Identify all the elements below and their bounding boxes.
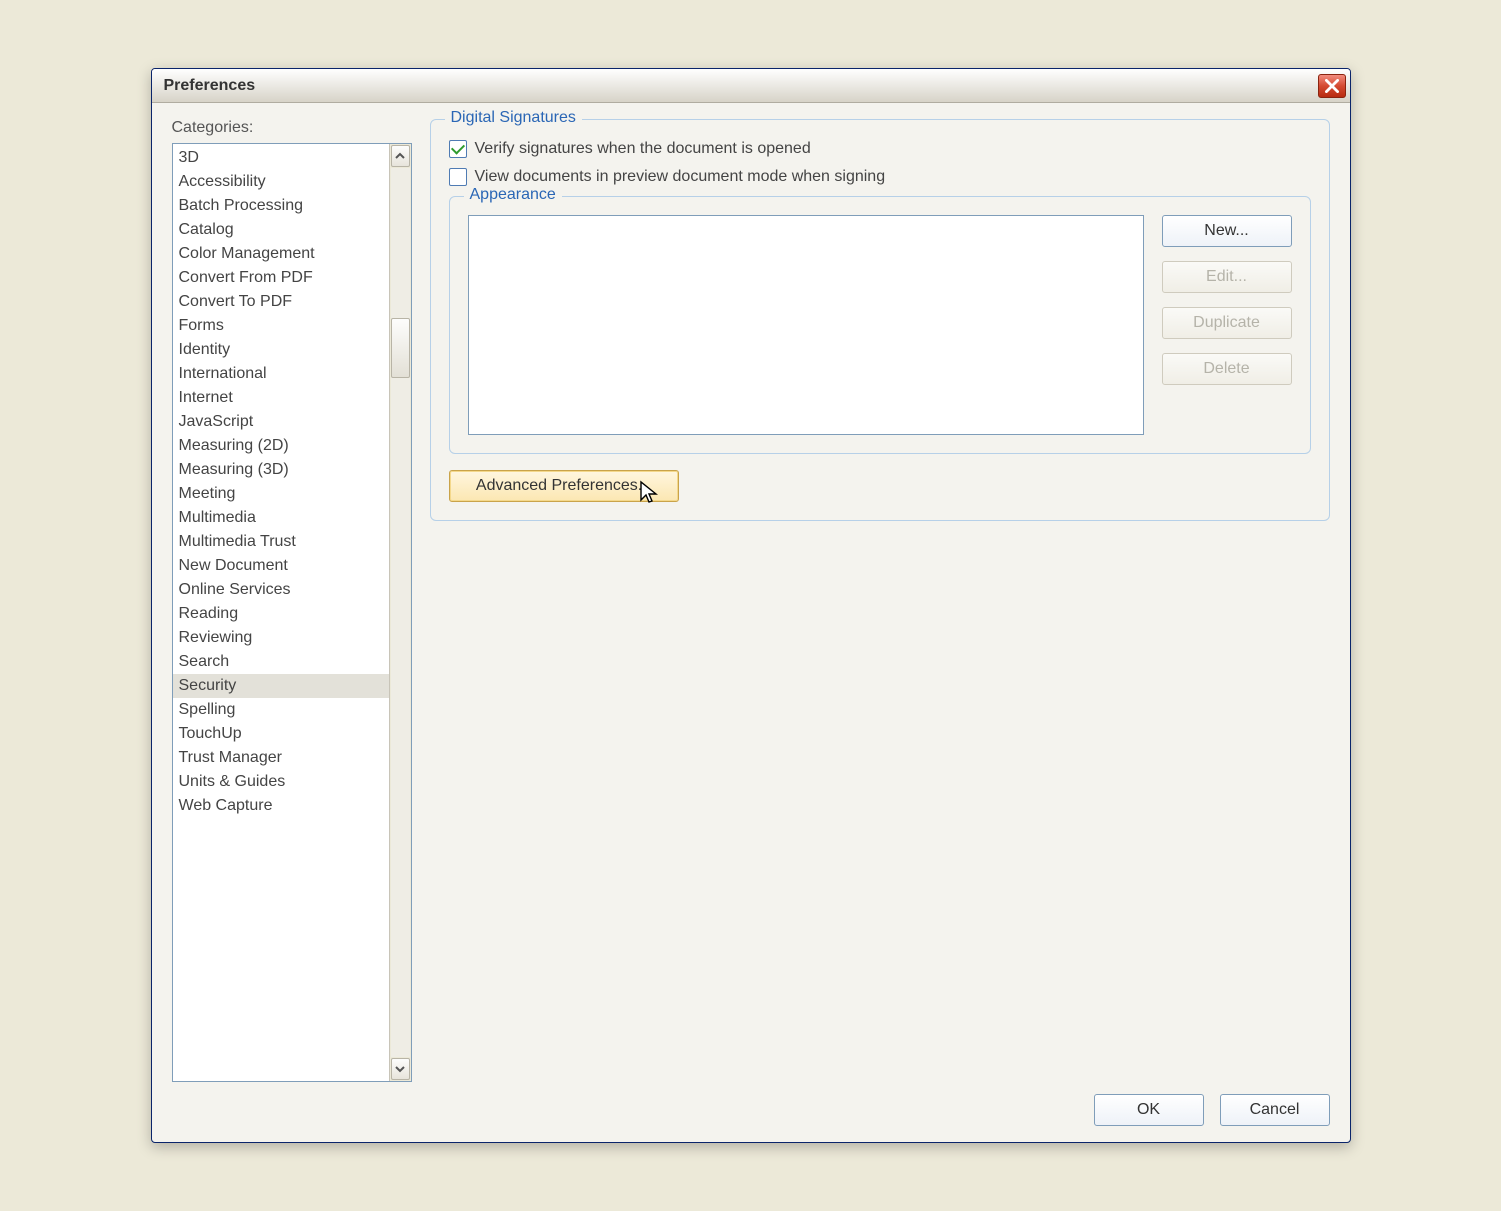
new-button[interactable]: New... [1162,215,1292,247]
verify-signatures-checkbox[interactable] [449,140,467,158]
category-item[interactable]: Catalog [173,218,389,242]
delete-button[interactable]: Delete [1162,353,1292,385]
category-item[interactable]: Search [173,650,389,674]
category-item[interactable]: Security [173,674,389,698]
category-item[interactable]: Units & Guides [173,770,389,794]
category-item[interactable]: Multimedia [173,506,389,530]
category-item[interactable]: Reviewing [173,626,389,650]
titlebar[interactable]: Preferences [152,69,1350,103]
edit-button[interactable]: Edit... [1162,261,1292,293]
category-item[interactable]: JavaScript [173,410,389,434]
preview-mode-label: View documents in preview document mode … [475,168,886,186]
ok-button[interactable]: OK [1094,1094,1204,1126]
advanced-preferences-button[interactable]: Advanced Preferences... [449,470,679,502]
category-item[interactable]: Accessibility [173,170,389,194]
close-button[interactable] [1318,74,1346,98]
verify-signatures-label: Verify signatures when the document is o… [475,140,811,158]
category-item[interactable]: Multimedia Trust [173,530,389,554]
chevron-down-icon [395,1064,405,1074]
appearance-legend: Appearance [464,186,562,204]
category-item[interactable]: International [173,362,389,386]
chevron-up-icon [395,151,405,161]
category-item[interactable]: Color Management [173,242,389,266]
appearance-group: Appearance New... Edit... Duplicate Dele… [449,196,1311,454]
preferences-dialog: Preferences Categories: 3DAccessibilityB… [151,68,1351,1143]
preview-mode-checkbox[interactable] [449,168,467,186]
categories-listbox[interactable]: 3DAccessibilityBatch ProcessingCatalogCo… [172,143,412,1082]
cancel-button[interactable]: Cancel [1220,1094,1330,1126]
scroll-thumb[interactable] [391,318,410,378]
scroll-up-button[interactable] [391,145,410,167]
category-item[interactable]: Spelling [173,698,389,722]
duplicate-button[interactable]: Duplicate [1162,307,1292,339]
scroll-track[interactable] [391,168,410,1057]
appearance-listbox[interactable] [468,215,1144,435]
scroll-down-button[interactable] [391,1058,410,1080]
category-item[interactable]: Measuring (2D) [173,434,389,458]
categories-scrollbar[interactable] [389,144,411,1081]
category-item[interactable]: Reading [173,602,389,626]
category-item[interactable]: Online Services [173,578,389,602]
category-item[interactable]: TouchUp [173,722,389,746]
digital-signatures-group: Digital Signatures Verify signatures whe… [430,119,1330,521]
digital-signatures-legend: Digital Signatures [445,109,582,127]
category-item[interactable]: Measuring (3D) [173,458,389,482]
category-item[interactable]: Forms [173,314,389,338]
category-item[interactable]: Meeting [173,482,389,506]
category-item[interactable]: Batch Processing [173,194,389,218]
category-item[interactable]: Internet [173,386,389,410]
category-item[interactable]: 3D [173,146,389,170]
category-item[interactable]: Convert From PDF [173,266,389,290]
categories-label: Categories: [172,119,412,137]
category-item[interactable]: Identity [173,338,389,362]
category-item[interactable]: Convert To PDF [173,290,389,314]
category-item[interactable]: Web Capture [173,794,389,818]
window-title: Preferences [164,77,256,95]
category-item[interactable]: Trust Manager [173,746,389,770]
close-icon [1325,79,1339,93]
category-item[interactable]: New Document [173,554,389,578]
